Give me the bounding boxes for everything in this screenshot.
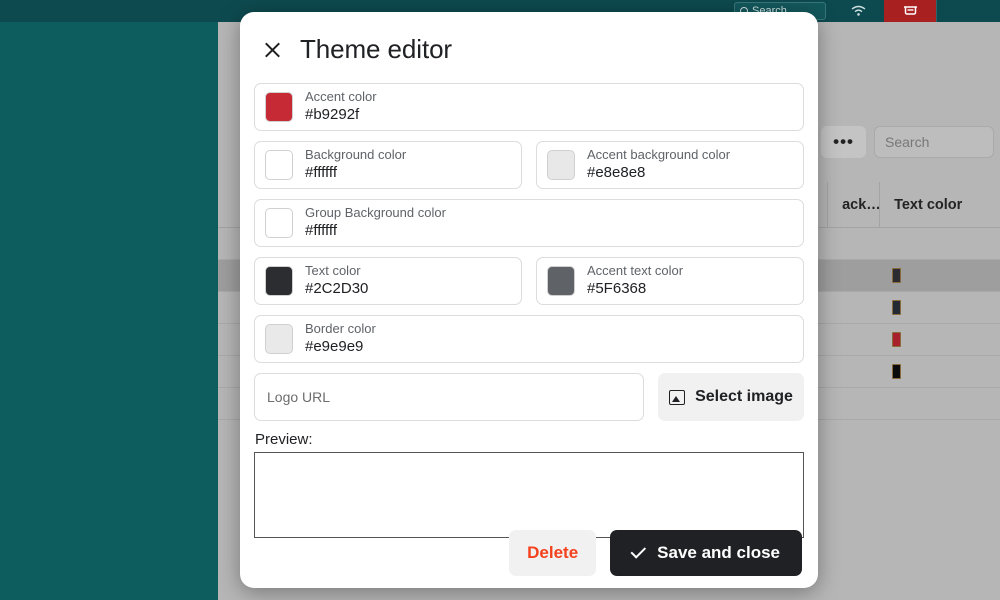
border-color-swatch[interactable] (265, 324, 293, 354)
accent-color-swatch[interactable] (265, 92, 293, 122)
logo-url-input[interactable] (254, 373, 644, 421)
accent-background-color-value: #e8e8e8 (587, 163, 646, 181)
save-and-close-button[interactable]: Save and close (610, 530, 802, 576)
border-color-label: Border color (305, 321, 376, 337)
accent-background-color-field[interactable]: Accent background color #e8e8e8 (536, 141, 804, 189)
group-background-color-label: Group Background color (305, 205, 446, 221)
text-color-label: Text color (305, 263, 361, 279)
close-icon[interactable] (260, 37, 286, 63)
field-row-backgrounds: Background color #ffffff Accent backgrou… (254, 141, 804, 189)
border-color-value: #e9e9e9 (305, 337, 364, 355)
accent-color-label: Accent color (305, 89, 377, 105)
background-color-value: #ffffff (305, 163, 337, 181)
select-image-button[interactable]: Select image (658, 373, 804, 421)
text-color-field[interactable]: Text color #2C2D30 (254, 257, 522, 305)
group-background-color-field[interactable]: Group Background color #ffffff (254, 199, 804, 247)
check-icon (630, 543, 647, 559)
group-background-color-swatch[interactable] (265, 208, 293, 238)
field-row-text-colors: Text color #2C2D30 Accent text color #5F… (254, 257, 804, 305)
background-color-label: Background color (305, 147, 407, 163)
select-image-label: Select image (695, 388, 793, 405)
field-row-border: Border color #e9e9e9 (254, 315, 804, 363)
accent-text-color-field[interactable]: Accent text color #5F6368 (536, 257, 804, 305)
theme-editor-dialog: Theme editor Accent color #b9292f Backgr… (240, 12, 818, 588)
dialog-title: Theme editor (300, 34, 452, 64)
group-background-color-value: #ffffff (305, 221, 337, 239)
dialog-footer: Delete Save and close (240, 518, 818, 588)
save-and-close-label: Save and close (657, 543, 780, 562)
preview-label: Preview: (255, 431, 313, 448)
field-row-accent: Accent color #b9292f (254, 83, 804, 131)
field-row-group-background: Group Background color #ffffff (254, 199, 804, 247)
text-color-value: #2C2D30 (305, 279, 369, 297)
accent-text-color-swatch[interactable] (547, 266, 575, 296)
accent-background-color-label: Accent background color (587, 147, 731, 163)
image-icon (669, 389, 686, 405)
background-color-field[interactable]: Background color #ffffff (254, 141, 522, 189)
background-color-swatch[interactable] (265, 150, 293, 180)
dialog-header: Theme editor (240, 12, 818, 65)
accent-color-value: #b9292f (305, 105, 360, 123)
accent-background-color-swatch[interactable] (547, 150, 575, 180)
delete-button[interactable]: Delete (509, 530, 597, 576)
accent-color-field[interactable]: Accent color #b9292f (254, 83, 804, 131)
text-color-swatch[interactable] (265, 266, 293, 296)
accent-text-color-value: #5F6368 (587, 279, 647, 297)
field-row-logo: Select image (254, 373, 804, 421)
accent-text-color-label: Accent text color (587, 263, 684, 279)
border-color-field[interactable]: Border color #e9e9e9 (254, 315, 804, 363)
dialog-body: Accent color #b9292f Background color #f… (240, 65, 818, 538)
